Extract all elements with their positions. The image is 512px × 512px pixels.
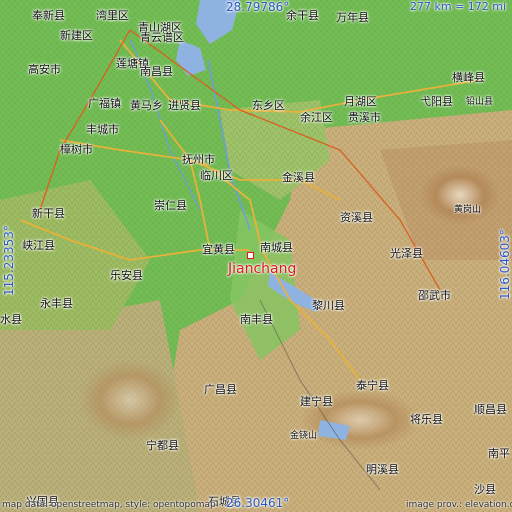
place-label: 弋阳县 [420, 95, 453, 108]
place-label: 高安市 [28, 63, 61, 76]
place-label: 万年县 [336, 11, 369, 24]
place-label: 资溪县 [340, 211, 373, 224]
place-label: 新干县 [32, 207, 65, 220]
place-label: 永丰县 [40, 297, 73, 310]
place-label: 月湖区 [344, 95, 377, 108]
place-label: 黎川县 [312, 299, 345, 312]
place-label: 奉新县 [32, 9, 65, 22]
place-label: 广昌县 [204, 383, 237, 396]
place-label: 南昌县 [140, 65, 173, 78]
focus-place-label: Jianchang [228, 261, 297, 277]
place-label: 峡江县 [22, 239, 55, 252]
right-longitude-label: 116.04603° [498, 229, 512, 300]
map-credit: map data: openstreetmap, style: opentopo… [2, 500, 216, 510]
place-label: 光泽县 [390, 247, 423, 260]
place-label: 南平 [488, 447, 510, 460]
place-label: 东乡区 [252, 99, 285, 112]
place-label: 临川区 [200, 169, 233, 182]
place-label: 新建区 [60, 29, 93, 42]
place-label: 金溪县 [282, 171, 315, 184]
place-label: 水县 [0, 313, 22, 326]
place-label: 沙县 [474, 483, 496, 496]
place-label: 金铙山 [290, 431, 318, 441]
place-label: 宜黄县 [202, 243, 235, 256]
terrain-relief [0, 0, 512, 512]
place-label: 顺昌县 [474, 403, 507, 416]
bottom-latitude-label: 26.30461° [226, 496, 290, 510]
map-view[interactable]: 奉新县 湾里区 青山湖区 新建区 青云谱区 莲塘镇 南昌县 高安市 广福镇 黄马乡 进贤县 丰城市 樟树… [0, 0, 512, 512]
place-label: 崇仁县 [154, 199, 187, 212]
place-label: 丰城市 [86, 123, 119, 136]
place-label: 建宁县 [300, 395, 333, 408]
place-label: 黄马乡 [130, 99, 163, 112]
place-label: 余干县 [286, 9, 319, 22]
place-label: 黄岗山 [454, 205, 482, 215]
scale-label: 277 km = 172 mi [410, 0, 507, 13]
place-label: 南丰县 [240, 313, 273, 326]
left-longitude-label: 115.23353° [2, 225, 16, 296]
image-credit: image prov.: elevation.city [406, 500, 512, 510]
place-label: 宁都县 [146, 439, 179, 452]
place-label: 青云谱区 [140, 31, 184, 44]
place-label: 将乐县 [410, 413, 443, 426]
place-label: 明溪县 [366, 463, 399, 476]
place-label: 樟树市 [60, 143, 93, 156]
place-label: 泰宁县 [356, 379, 389, 392]
place-label: 湾里区 [96, 9, 129, 22]
place-label: 邵武市 [418, 289, 451, 302]
place-label: 南城县 [260, 241, 293, 254]
place-label: 余江区 [300, 111, 333, 124]
place-label: 进贤县 [168, 99, 201, 112]
place-label: 贵溪市 [348, 111, 381, 124]
place-label: 横峰县 [452, 71, 485, 84]
place-label: 铅山县 [466, 97, 494, 107]
place-label: 广福镇 [88, 97, 121, 110]
top-latitude-label: 28.79786° [226, 0, 290, 14]
place-label: 抚州市 [182, 153, 215, 166]
place-label: 乐安县 [110, 269, 143, 282]
location-marker [247, 252, 254, 259]
